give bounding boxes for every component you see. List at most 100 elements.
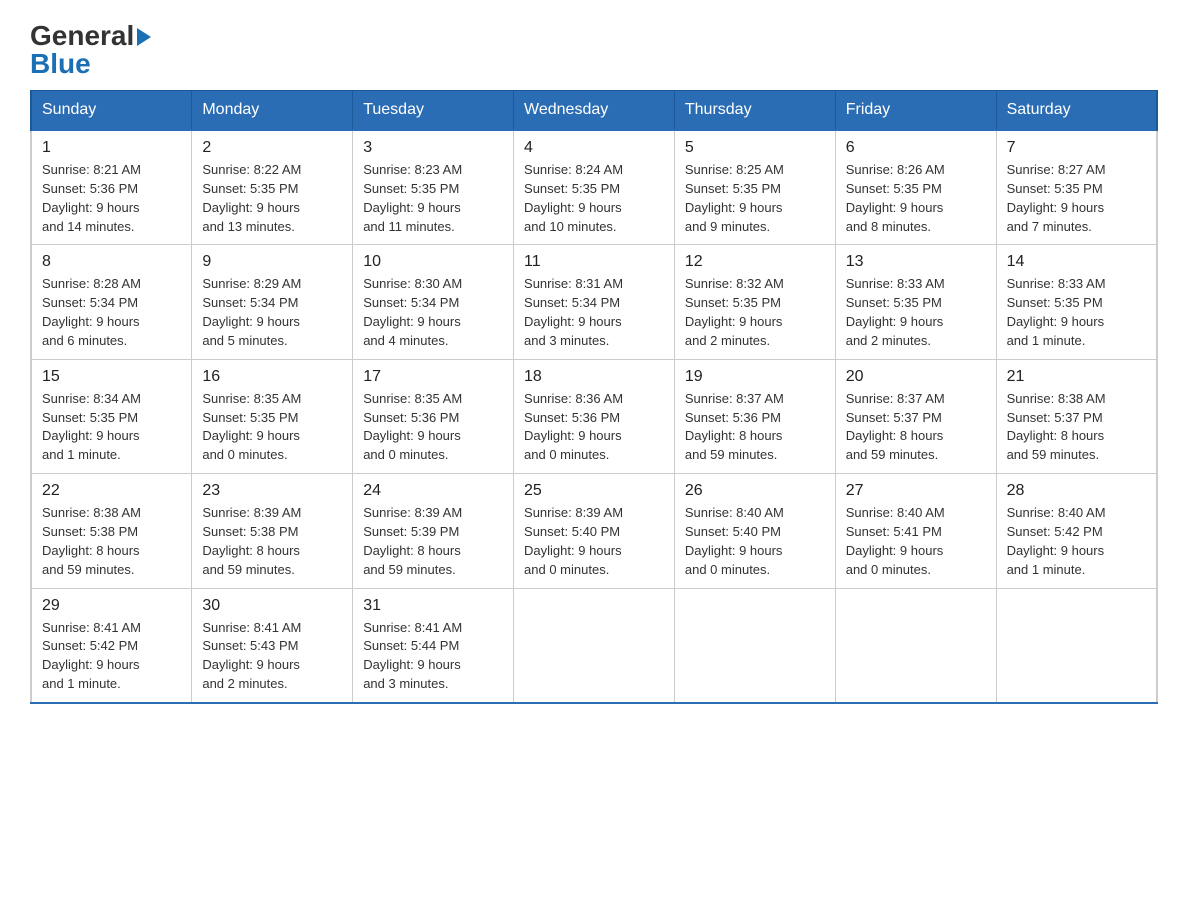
calendar-cell — [996, 588, 1157, 703]
day-number: 26 — [685, 482, 825, 500]
calendar-cell: 13Sunrise: 8:33 AMSunset: 5:35 PMDayligh… — [835, 245, 996, 359]
day-info: Sunrise: 8:37 AMSunset: 5:37 PMDaylight:… — [846, 390, 986, 465]
day-info: Sunrise: 8:38 AMSunset: 5:37 PMDaylight:… — [1007, 390, 1146, 465]
day-number: 15 — [42, 368, 181, 386]
calendar-header-row: SundayMondayTuesdayWednesdayThursdayFrid… — [31, 91, 1157, 131]
day-info: Sunrise: 8:41 AMSunset: 5:44 PMDaylight:… — [363, 619, 503, 694]
day-info: Sunrise: 8:21 AMSunset: 5:36 PMDaylight:… — [42, 161, 181, 236]
calendar-week-row: 1 Sunrise: 8:21 AMSunset: 5:36 PMDaylight… — [31, 130, 1157, 245]
day-info: Sunrise: 8:39 AMSunset: 5:39 PMDaylight:… — [363, 504, 503, 579]
day-number: 17 — [363, 368, 503, 386]
day-info: Sunrise: 8:29 AMSunset: 5:34 PMDaylight:… — [202, 275, 342, 350]
day-info: Sunrise: 8:32 AMSunset: 5:35 PMDaylight:… — [685, 275, 825, 350]
calendar-cell: 17 Sunrise: 8:35 AMSunset: 5:36 PMDayligh… — [353, 359, 514, 473]
calendar-cell: 20 Sunrise: 8:37 AMSunset: 5:37 PMDayligh… — [835, 359, 996, 473]
calendar-cell: 8 Sunrise: 8:28 AMSunset: 5:34 PMDaylight… — [31, 245, 192, 359]
day-info: Sunrise: 8:25 AMSunset: 5:35 PMDaylight:… — [685, 161, 825, 236]
day-info: Sunrise: 8:35 AMSunset: 5:36 PMDaylight:… — [363, 390, 503, 465]
day-number: 2 — [202, 139, 342, 157]
day-number: 24 — [363, 482, 503, 500]
day-info: Sunrise: 8:27 AMSunset: 5:35 PMDaylight:… — [1007, 161, 1146, 236]
day-info: Sunrise: 8:37 AMSunset: 5:36 PMDaylight:… — [685, 390, 825, 465]
calendar-cell: 26 Sunrise: 8:40 AMSunset: 5:40 PMDayligh… — [674, 474, 835, 588]
day-info: Sunrise: 8:41 AMSunset: 5:43 PMDaylight:… — [202, 619, 342, 694]
day-info: Sunrise: 8:23 AMSunset: 5:35 PMDaylight:… — [363, 161, 503, 236]
logo-arrow-icon — [137, 28, 151, 46]
calendar-cell: 23 Sunrise: 8:39 AMSunset: 5:38 PMDayligh… — [192, 474, 353, 588]
calendar-cell: 27 Sunrise: 8:40 AMSunset: 5:41 PMDayligh… — [835, 474, 996, 588]
day-info: Sunrise: 8:24 AMSunset: 5:35 PMDaylight:… — [524, 161, 664, 236]
calendar-cell: 29 Sunrise: 8:41 AMSunset: 5:42 PMDayligh… — [31, 588, 192, 703]
day-number: 3 — [363, 139, 503, 157]
day-of-week-header: Sunday — [31, 91, 192, 131]
day-number: 20 — [846, 368, 986, 386]
day-number: 22 — [42, 482, 181, 500]
calendar-cell: 10 Sunrise: 8:30 AMSunset: 5:34 PMDayligh… — [353, 245, 514, 359]
day-info: Sunrise: 8:31 AMSunset: 5:34 PMDaylight:… — [524, 275, 664, 350]
day-number: 1 — [42, 139, 181, 157]
calendar-cell: 21 Sunrise: 8:38 AMSunset: 5:37 PMDayligh… — [996, 359, 1157, 473]
day-info: Sunrise: 8:33 AMSunset: 5:35 PMDaylight:… — [1007, 275, 1146, 350]
calendar-cell: 3 Sunrise: 8:23 AMSunset: 5:35 PMDaylight… — [353, 130, 514, 245]
calendar-week-row: 8 Sunrise: 8:28 AMSunset: 5:34 PMDaylight… — [31, 245, 1157, 359]
day-info: Sunrise: 8:30 AMSunset: 5:34 PMDaylight:… — [363, 275, 503, 350]
logo-blue-text: Blue — [30, 48, 91, 80]
day-of-week-header: Monday — [192, 91, 353, 131]
calendar-cell: 2Sunrise: 8:22 AMSunset: 5:35 PMDaylight… — [192, 130, 353, 245]
day-info: Sunrise: 8:28 AMSunset: 5:34 PMDaylight:… — [42, 275, 181, 350]
day-number: 10 — [363, 253, 503, 271]
day-number: 11 — [524, 253, 664, 271]
calendar-cell — [674, 588, 835, 703]
day-number: 30 — [202, 597, 342, 615]
day-number: 8 — [42, 253, 181, 271]
day-of-week-header: Saturday — [996, 91, 1157, 131]
calendar-cell: 4Sunrise: 8:24 AMSunset: 5:35 PMDaylight… — [514, 130, 675, 245]
day-number: 19 — [685, 368, 825, 386]
day-info: Sunrise: 8:34 AMSunset: 5:35 PMDaylight:… — [42, 390, 181, 465]
day-number: 5 — [685, 139, 825, 157]
calendar-cell: 1 Sunrise: 8:21 AMSunset: 5:36 PMDaylight… — [31, 130, 192, 245]
day-number: 29 — [42, 597, 181, 615]
day-number: 28 — [1007, 482, 1146, 500]
calendar-cell: 9 Sunrise: 8:29 AMSunset: 5:34 PMDaylight… — [192, 245, 353, 359]
day-number: 12 — [685, 253, 825, 271]
calendar-cell: 30 Sunrise: 8:41 AMSunset: 5:43 PMDayligh… — [192, 588, 353, 703]
calendar-cell: 15 Sunrise: 8:34 AMSunset: 5:35 PMDayligh… — [31, 359, 192, 473]
day-number: 13 — [846, 253, 986, 271]
day-info: Sunrise: 8:41 AMSunset: 5:42 PMDaylight:… — [42, 619, 181, 694]
calendar-week-row: 15 Sunrise: 8:34 AMSunset: 5:35 PMDayligh… — [31, 359, 1157, 473]
calendar-table: SundayMondayTuesdayWednesdayThursdayFrid… — [30, 90, 1158, 704]
calendar-cell: 6Sunrise: 8:26 AMSunset: 5:35 PMDaylight… — [835, 130, 996, 245]
calendar-cell: 31 Sunrise: 8:41 AMSunset: 5:44 PMDayligh… — [353, 588, 514, 703]
calendar-cell: 24 Sunrise: 8:39 AMSunset: 5:39 PMDayligh… — [353, 474, 514, 588]
calendar-week-row: 29 Sunrise: 8:41 AMSunset: 5:42 PMDayligh… — [31, 588, 1157, 703]
calendar-cell — [514, 588, 675, 703]
day-number: 9 — [202, 253, 342, 271]
day-number: 14 — [1007, 253, 1146, 271]
day-number: 16 — [202, 368, 342, 386]
day-info: Sunrise: 8:40 AMSunset: 5:42 PMDaylight:… — [1007, 504, 1146, 579]
day-info: Sunrise: 8:35 AMSunset: 5:35 PMDaylight:… — [202, 390, 342, 465]
calendar-cell: 25Sunrise: 8:39 AMSunset: 5:40 PMDayligh… — [514, 474, 675, 588]
day-number: 23 — [202, 482, 342, 500]
calendar-cell: 22 Sunrise: 8:38 AMSunset: 5:38 PMDayligh… — [31, 474, 192, 588]
calendar-cell: 28 Sunrise: 8:40 AMSunset: 5:42 PMDayligh… — [996, 474, 1157, 588]
calendar-cell: 16 Sunrise: 8:35 AMSunset: 5:35 PMDayligh… — [192, 359, 353, 473]
day-info: Sunrise: 8:40 AMSunset: 5:40 PMDaylight:… — [685, 504, 825, 579]
day-number: 27 — [846, 482, 986, 500]
day-number: 18 — [524, 368, 664, 386]
day-of-week-header: Friday — [835, 91, 996, 131]
day-info: Sunrise: 8:40 AMSunset: 5:41 PMDaylight:… — [846, 504, 986, 579]
calendar-cell: 12 Sunrise: 8:32 AMSunset: 5:35 PMDayligh… — [674, 245, 835, 359]
calendar-cell: 7Sunrise: 8:27 AMSunset: 5:35 PMDaylight… — [996, 130, 1157, 245]
day-number: 25 — [524, 482, 664, 500]
calendar-cell: 5 Sunrise: 8:25 AMSunset: 5:35 PMDaylight… — [674, 130, 835, 245]
day-number: 31 — [363, 597, 503, 615]
day-of-week-header: Thursday — [674, 91, 835, 131]
day-of-week-header: Tuesday — [353, 91, 514, 131]
day-info: Sunrise: 8:38 AMSunset: 5:38 PMDaylight:… — [42, 504, 181, 579]
day-number: 21 — [1007, 368, 1146, 386]
day-of-week-header: Wednesday — [514, 91, 675, 131]
day-info: Sunrise: 8:39 AMSunset: 5:38 PMDaylight:… — [202, 504, 342, 579]
logo: General Blue — [30, 20, 151, 80]
